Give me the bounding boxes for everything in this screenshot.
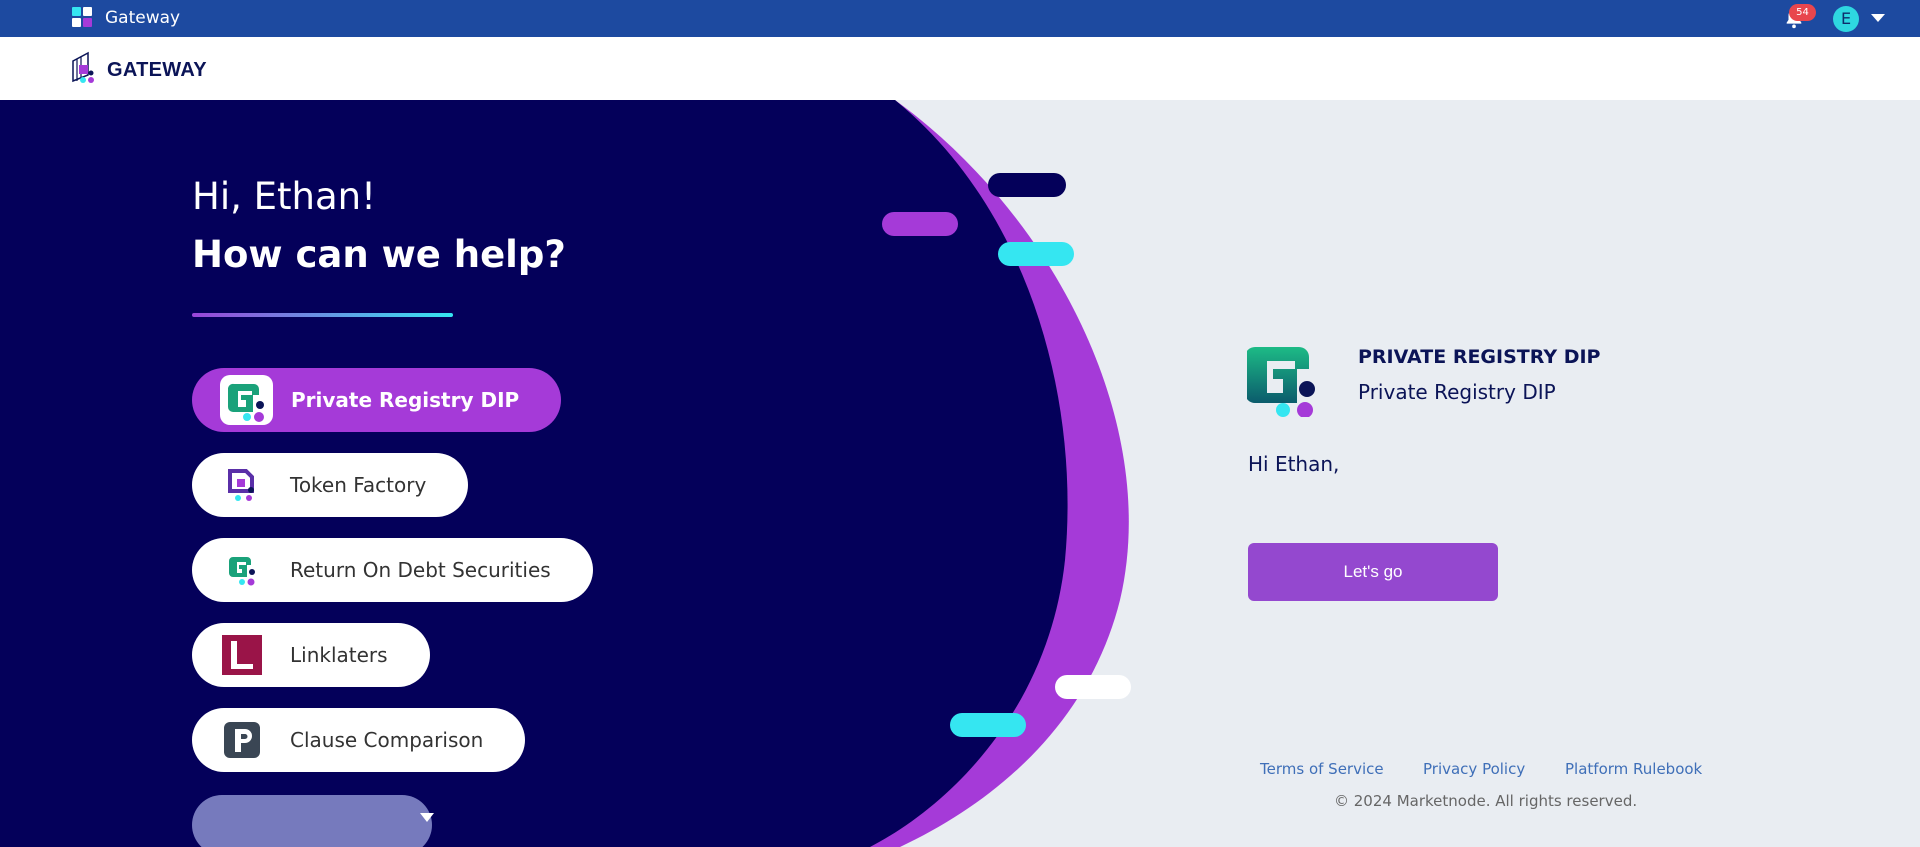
private-registry-icon	[220, 375, 273, 425]
hero-headline: How can we help?	[192, 233, 566, 276]
brand-wordmark[interactable]: GATEWAY	[107, 59, 207, 82]
token-factory-icon	[222, 465, 262, 505]
hero-section: Hi, Ethan! How can we help? Private Regi…	[0, 100, 1920, 847]
app-item-label: Private Registry DIP	[291, 388, 520, 412]
app-item-label: Return On Debt Securities	[290, 558, 551, 582]
linklaters-icon	[222, 635, 262, 675]
copyright-text: © 2024 Marketnode. All rights reserved.	[1334, 792, 1638, 810]
selected-app-logo-icon	[1245, 345, 1319, 418]
selected-app-greeting: Hi Ethan,	[1248, 452, 1340, 476]
selected-app-title: PRIVATE REGISTRY DIP	[1358, 346, 1601, 368]
brand-header: GATEWAY	[0, 37, 1920, 100]
notification-count-badge: 54	[1789, 4, 1816, 21]
app-item-label: Linklaters	[290, 643, 388, 667]
user-menu-chevron-down-icon[interactable]	[1871, 14, 1885, 22]
app-launcher-icon[interactable]	[72, 7, 94, 29]
platform-rulebook-link[interactable]: Platform Rulebook	[1565, 760, 1702, 778]
terms-of-service-link[interactable]: Terms of Service	[1260, 760, 1384, 778]
clause-comparison-icon	[222, 720, 262, 760]
app-item-private-registry-dip[interactable]: Private Registry DIP	[192, 368, 562, 432]
app-item-label: Clause Comparison	[290, 728, 484, 752]
app-item-clause-comparison[interactable]: Clause Comparison	[192, 708, 526, 772]
privacy-policy-link[interactable]: Privacy Policy	[1423, 760, 1525, 778]
app-top-bar: Gateway 54 E	[0, 0, 1920, 37]
hero-greeting: Hi, Ethan!	[192, 175, 376, 218]
app-item-return-on-debt-securities[interactable]: Return On Debt Securities	[192, 538, 593, 602]
scroll-down-chevron-icon[interactable]	[420, 813, 434, 822]
hero-divider	[192, 313, 453, 317]
app-item-linklaters[interactable]: Linklaters	[192, 623, 430, 687]
app-item-label: Token Factory	[290, 473, 427, 497]
topbar-app-title: Gateway	[105, 8, 181, 28]
user-avatar[interactable]: E	[1833, 6, 1859, 32]
gateway-logo-icon[interactable]	[70, 51, 100, 87]
lets-go-button[interactable]: Let's go	[1248, 543, 1498, 601]
return-on-debt-icon	[222, 550, 262, 590]
selected-app-subtitle: Private Registry DIP	[1358, 380, 1556, 404]
app-item-token-factory[interactable]: Token Factory	[192, 453, 469, 517]
app-item-partial[interactable]	[192, 795, 432, 847]
